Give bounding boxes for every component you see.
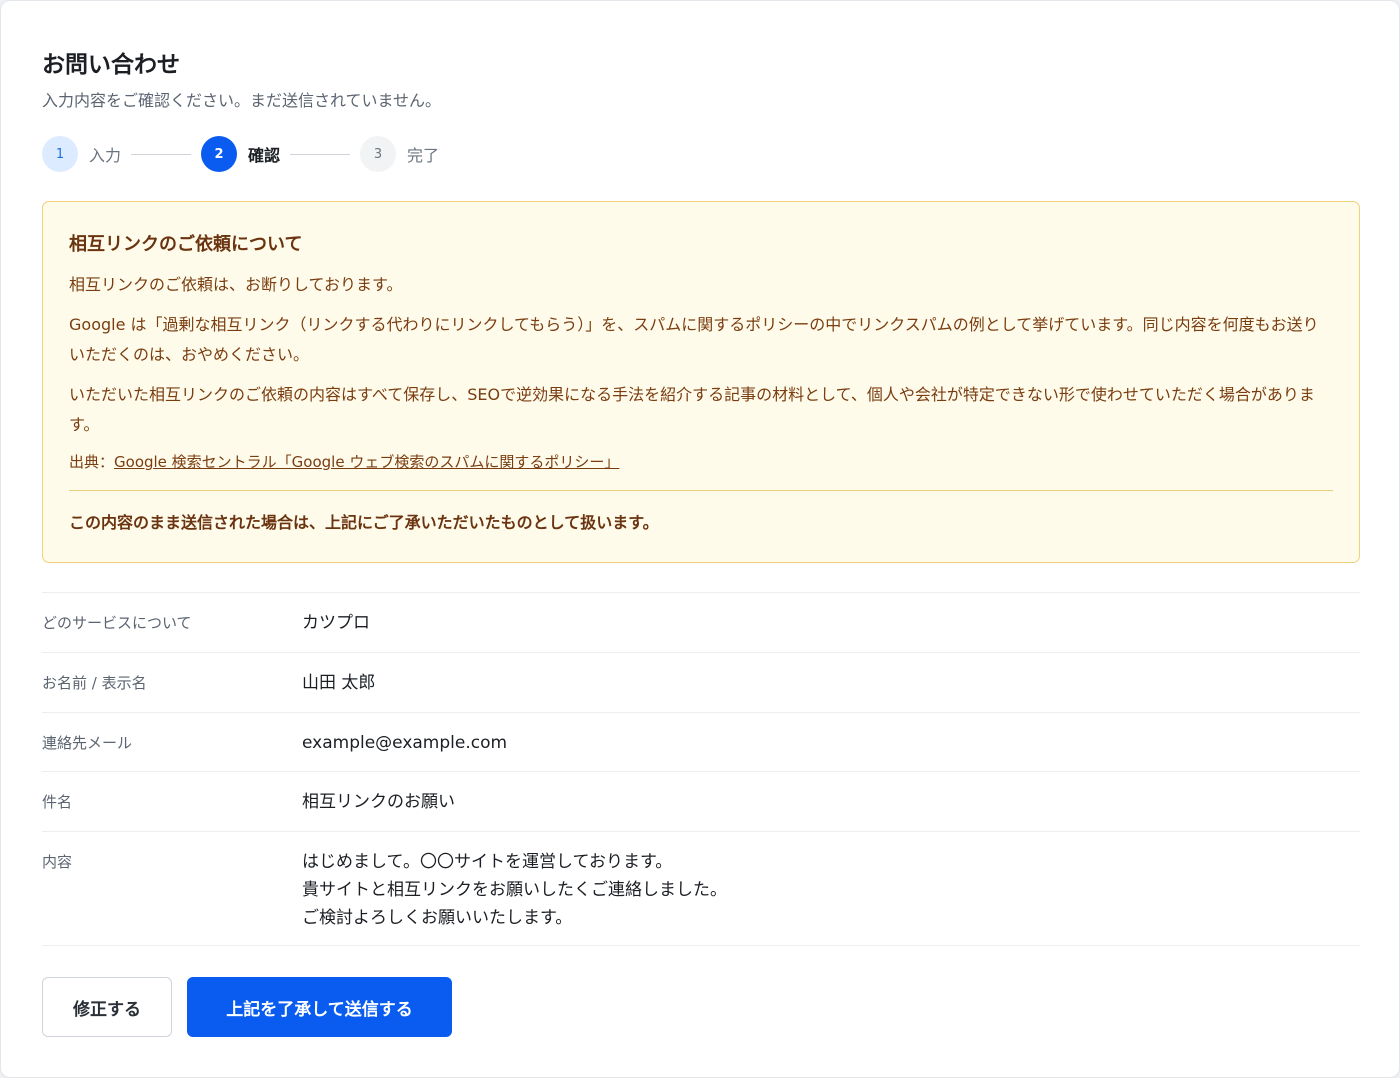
review-row-subject: 件名 相互リンクのお願い xyxy=(42,772,1360,832)
review-row-service: どのサービスについて カツプロ xyxy=(42,593,1360,653)
step-confirm: 2 確認 xyxy=(201,136,280,172)
row-value: カツプロ xyxy=(302,613,370,633)
row-label: 件名 xyxy=(42,793,73,811)
step-label: 入力 xyxy=(89,146,122,165)
row-label: どのサービスについて xyxy=(42,614,192,632)
row-value: 山田 太郎 xyxy=(302,673,376,693)
review-row-message: 内容 はじめまして。〇〇サイトを運営しております。 貴サイトと相互リンクをお願い… xyxy=(42,832,1360,946)
review-row-email: 連絡先メール example@example.com xyxy=(42,713,1360,772)
step-number: 2 xyxy=(201,136,238,172)
step-number: 3 xyxy=(360,136,397,172)
stepper: 1 入力 2 確認 3 完了 xyxy=(42,136,439,172)
form-actions: 修正する 上記を了承して送信する xyxy=(42,977,452,1037)
page-subtitle: 入力内容をご確認ください。まだ送信されていません。 xyxy=(42,91,442,110)
mutual-link-notice: 相互リンクのご依頼について 相互リンクのご依頼は、お断りしております。 Goog… xyxy=(42,201,1360,563)
step-connector xyxy=(290,153,351,155)
row-label: 内容 xyxy=(42,853,73,871)
review-row-name: お名前 / 表示名 山田 太郎 xyxy=(42,653,1360,713)
step-label: 完了 xyxy=(407,146,440,165)
source-prefix: 出典： xyxy=(69,453,115,471)
edit-button[interactable]: 修正する xyxy=(42,977,172,1037)
notice-paragraph: Google は「過剰な相互リンク（リンクする代わりにリンクしてもらう）」を、ス… xyxy=(69,315,1319,364)
notice-source: 出典：Google 検索セントラル「Google ウェブ検索のスパムに関するポリ… xyxy=(69,450,1333,474)
notice-divider xyxy=(69,490,1333,491)
notice-title: 相互リンクのご依頼について xyxy=(69,234,303,255)
step-connector xyxy=(131,153,192,155)
row-value: example@example.com xyxy=(302,733,508,753)
step-complete: 3 完了 xyxy=(360,136,439,172)
review-table: どのサービスについて カツプロ お名前 / 表示名 山田 太郎 連絡先メール e… xyxy=(42,592,1360,946)
row-value: はじめまして。〇〇サイトを運営しております。 貴サイトと相互リンクをお願いしたく… xyxy=(302,852,727,928)
step-number: 1 xyxy=(42,136,78,172)
source-link[interactable]: Google 検索セントラル「Google ウェブ検索のスパムに関するポリシー」 xyxy=(114,453,619,471)
step-input: 1 入力 xyxy=(42,136,121,172)
step-label: 確認 xyxy=(248,146,281,165)
submit-button[interactable]: 上記を了承して送信する xyxy=(187,977,452,1037)
contact-card: お問い合わせ 入力内容をご確認ください。まだ送信されていません。 1 入力 2 … xyxy=(0,0,1400,1078)
notice-confirmation: この内容のまま送信された場合は、上記にご了承いただいたものとして扱います。 xyxy=(69,513,659,532)
page-title: お問い合わせ xyxy=(42,52,180,78)
row-label: 連絡先メール xyxy=(42,734,133,752)
notice-paragraph: いただいた相互リンクのご依頼の内容はすべて保存し、SEOで逆効果になる手法を紹介… xyxy=(69,385,1315,434)
row-value: 相互リンクのお願い xyxy=(302,792,455,812)
row-label: お名前 / 表示名 xyxy=(42,674,147,692)
notice-paragraph: 相互リンクのご依頼は、お断りしております。 xyxy=(69,275,403,294)
